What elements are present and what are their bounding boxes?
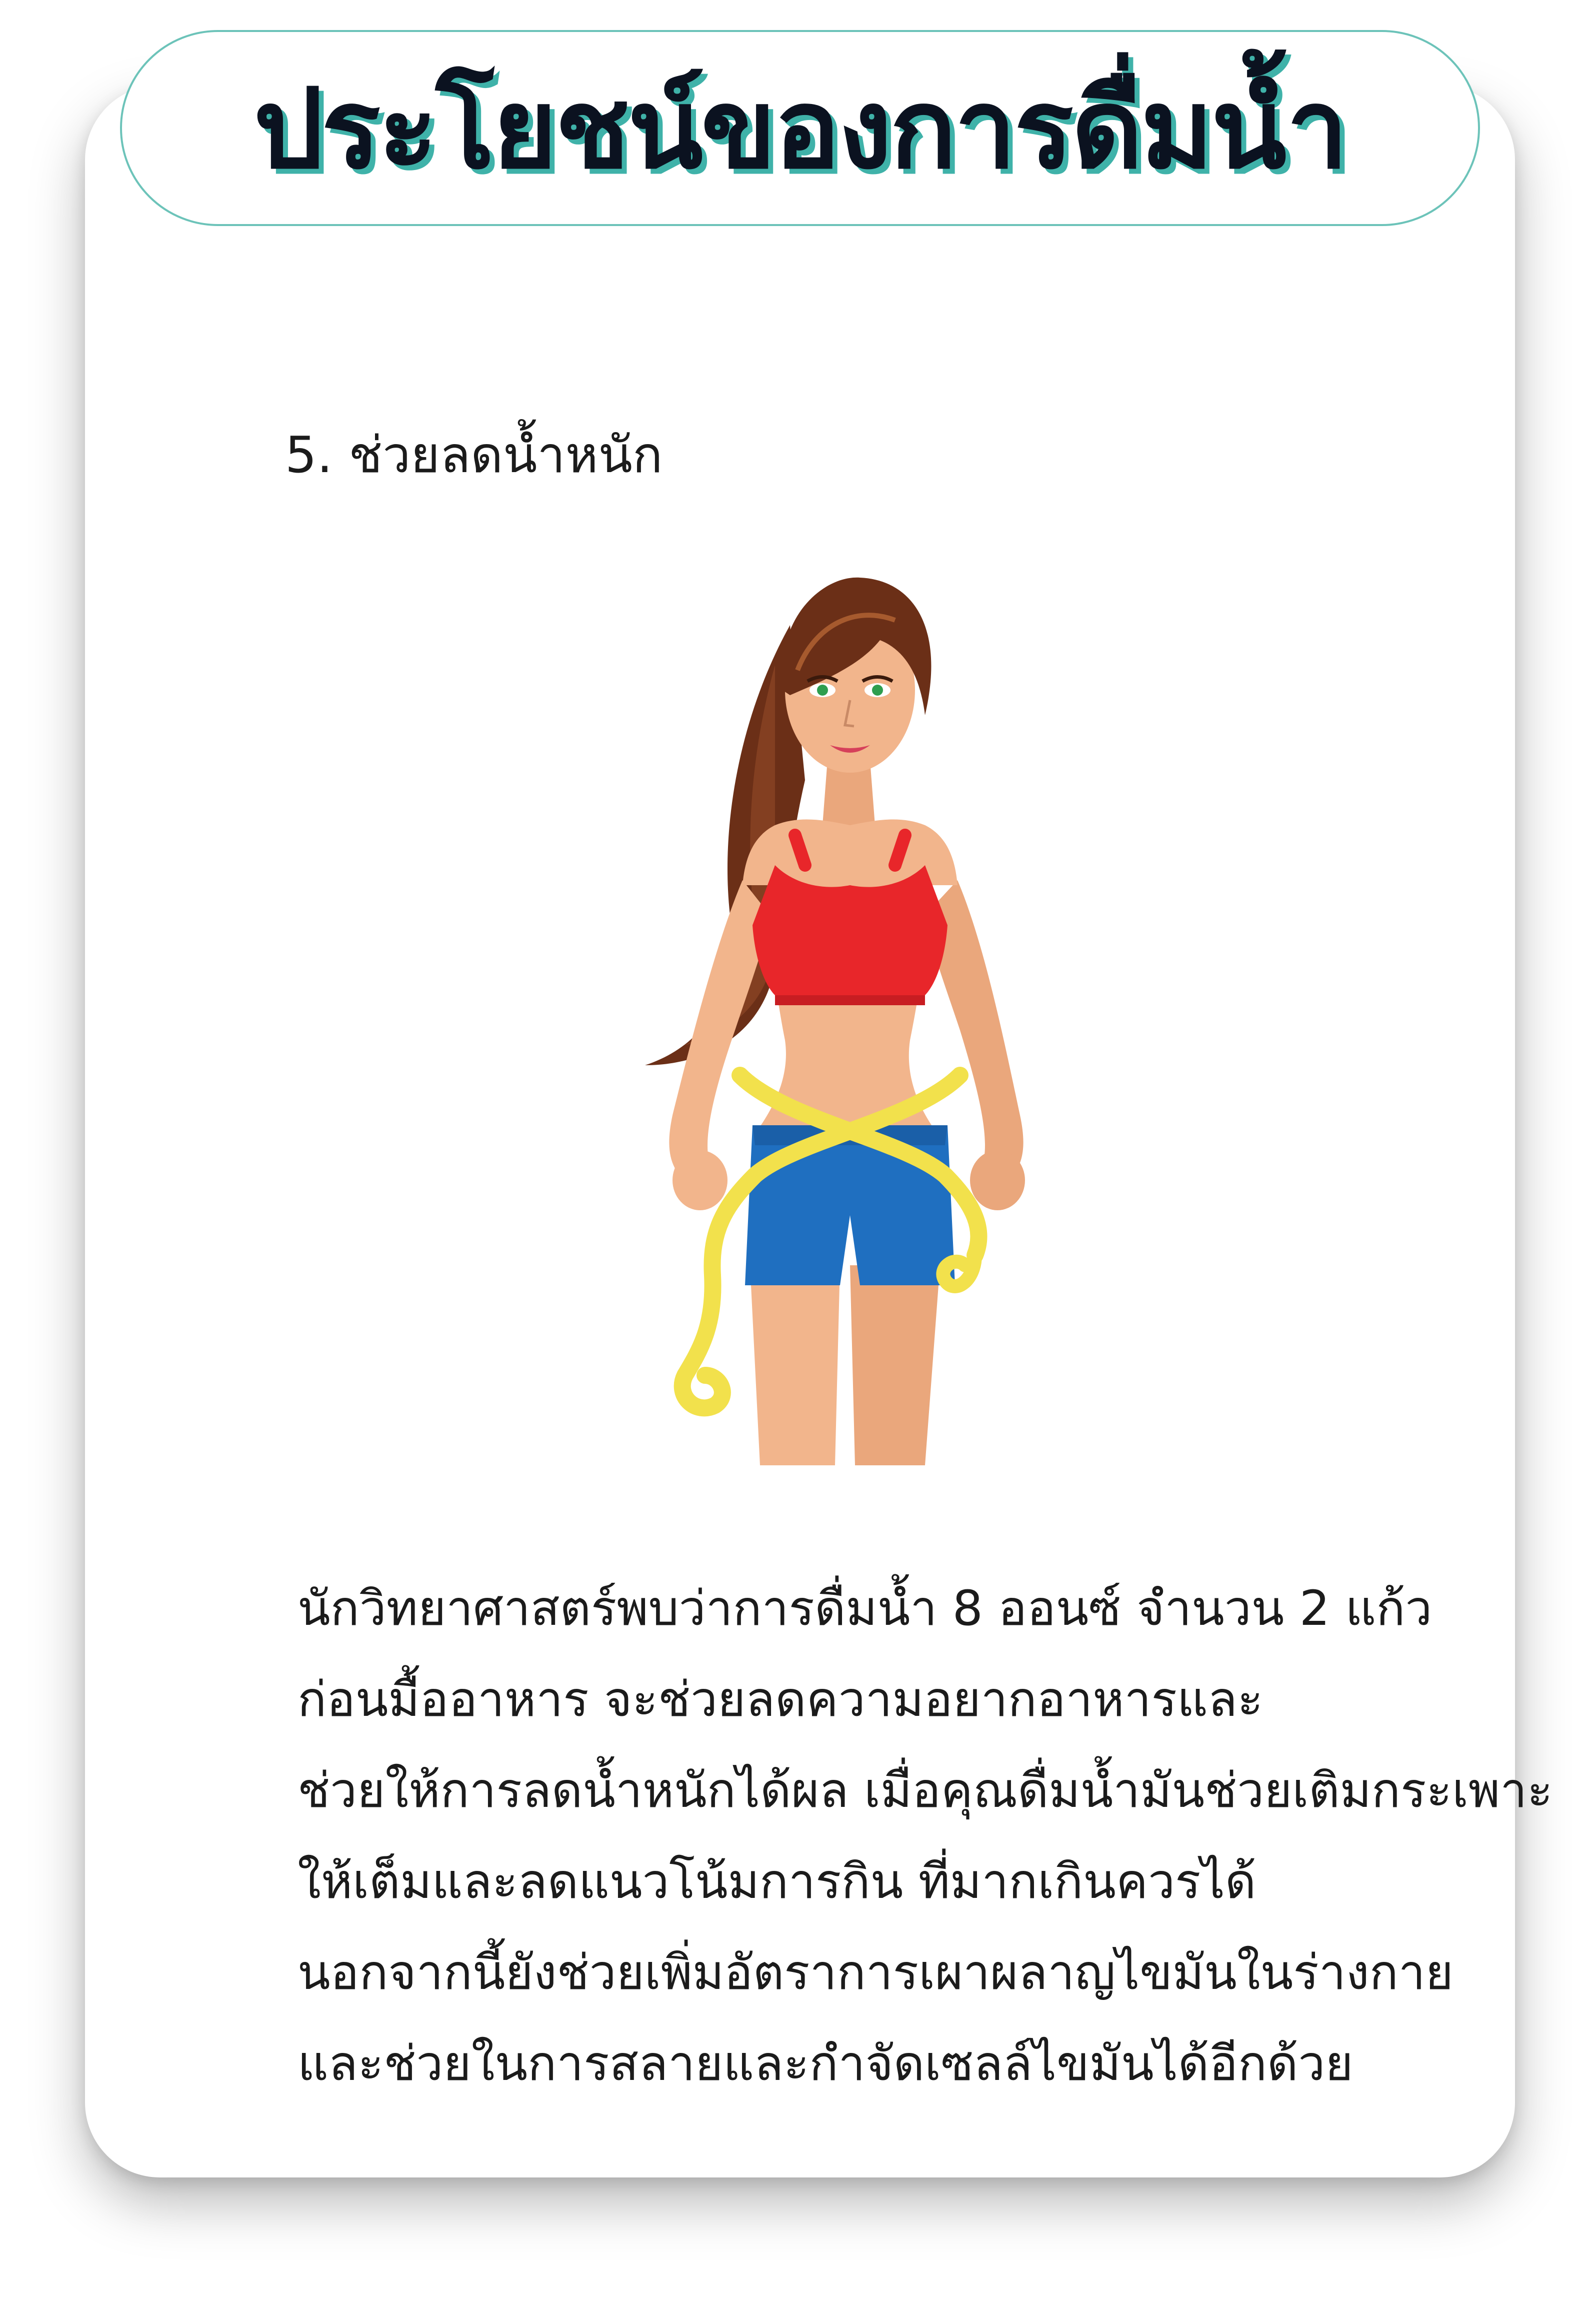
woman-measuring-waist-illustration [645,577,1025,1465]
title-banner: ประโยชน์ของการดื่มน้ำ [120,30,1480,226]
section-heading: 5. ช่วยลดน้ำหนัก [285,426,663,484]
body-paragraph: นักวิทยาศาสตร์พบว่าการดื่มน้ำ 8 ออนซ์ จำ… [298,1563,1578,2109]
body-line: ให้เต็มและลดแนวโน้มการกิน ที่มากเกินควรไ… [298,1853,1256,1909]
body-line: ก่อนมื้ออาหาร จะช่วยลดความอยากอาหารและ [298,1671,1264,1727]
content-card: 5. ช่วยลดน้ำหนัก นักวิทยาศาสตร์พบว่าการด… [85,85,1553,2177]
page-title: ประโยชน์ของการดื่มน้ำ [254,65,1348,193]
body-line: และช่วยในการสลายและกำจัดเซลล์ไขมันได้อีก… [298,2035,1354,2091]
body-line: นักวิทยาศาสตร์พบว่าการดื่มน้ำ 8 ออนซ์ จำ… [298,1580,1432,1636]
body-line: นอกจากนี้ยังช่วยเพิ่มอัตราการเผาผลาญไขมั… [298,1944,1454,2000]
body-line: ช่วยให้การลดน้ำหนักได้ผล เมื่อคุณดื่มน้ำ… [298,1762,1553,1818]
